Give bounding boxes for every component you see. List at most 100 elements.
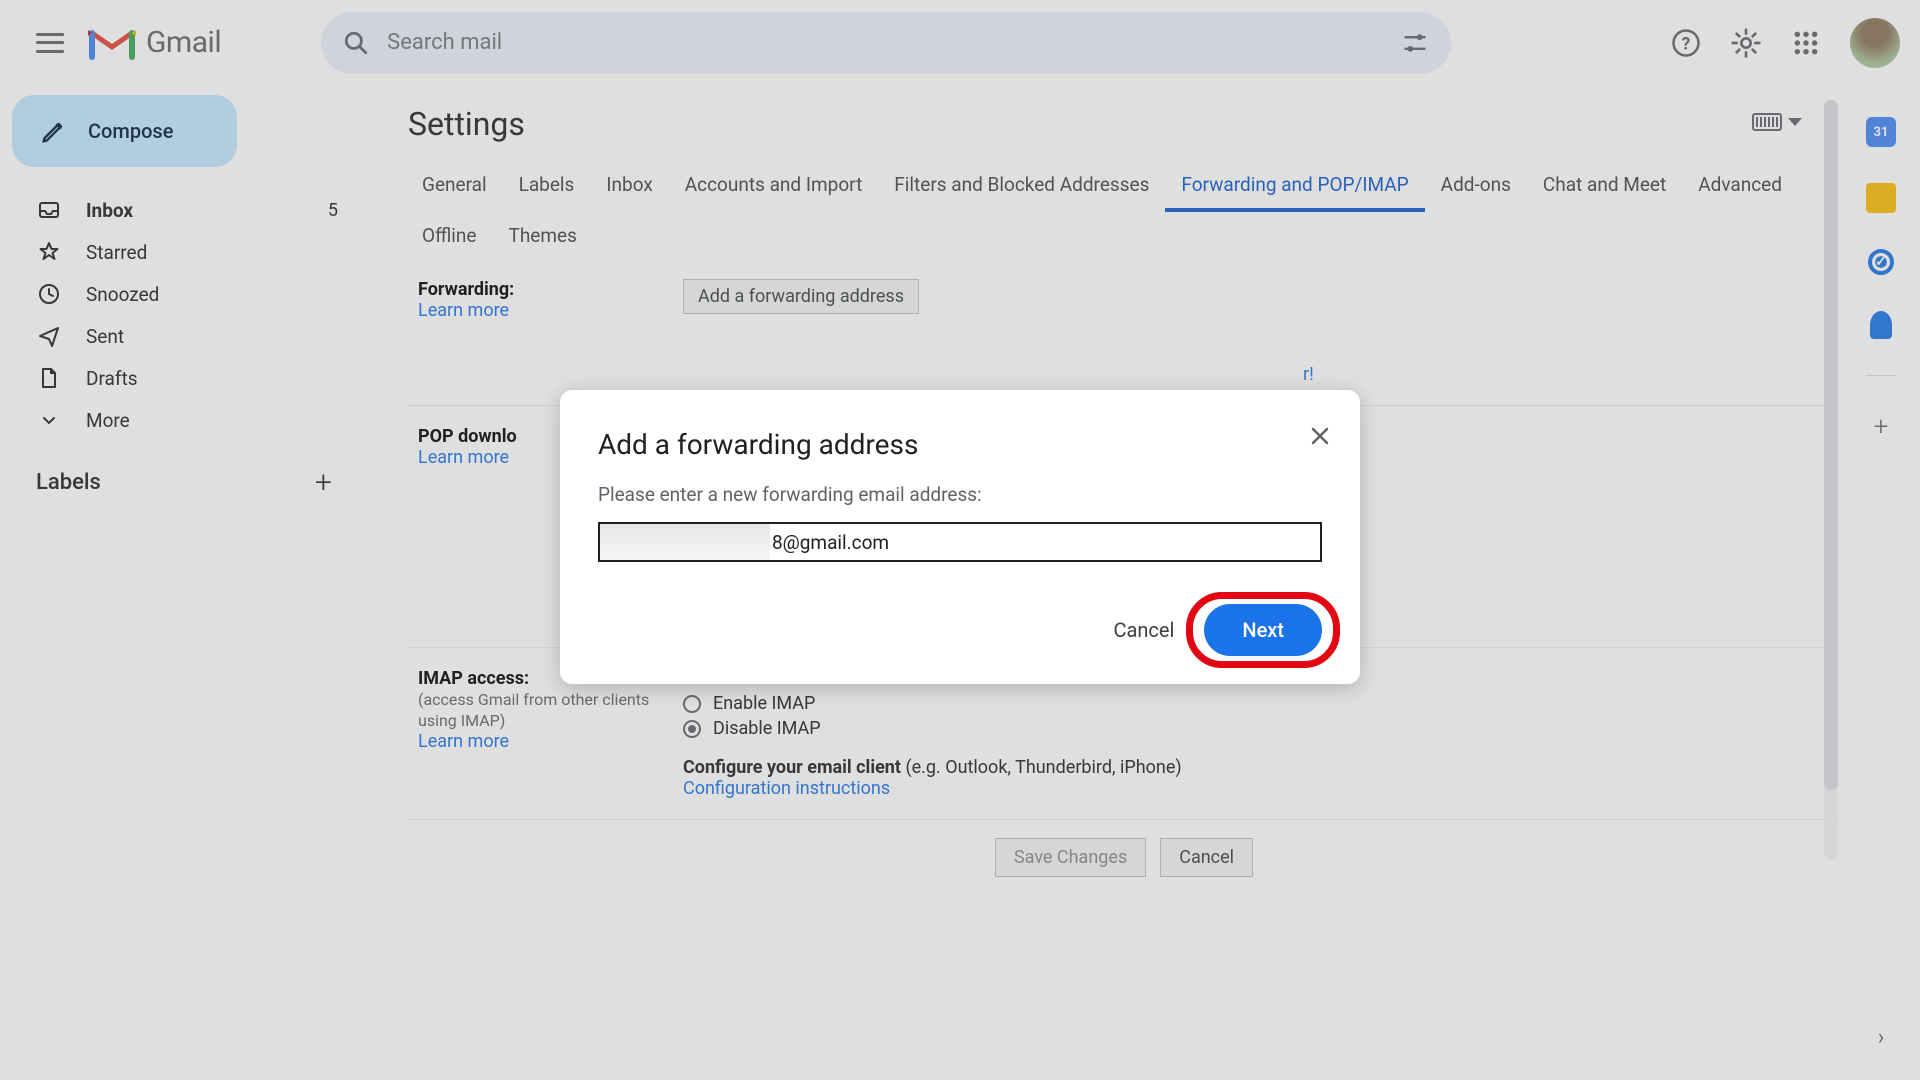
star-icon <box>36 239 62 265</box>
tab-general[interactable]: General <box>406 161 503 212</box>
search-icon <box>343 30 369 56</box>
tab-forwarding[interactable]: Forwarding and POP/IMAP <box>1165 161 1424 212</box>
svg-text:?: ? <box>1682 34 1691 54</box>
filter-tip-link[interactable]: r! <box>1303 364 1832 385</box>
account-avatar[interactable] <box>1850 18 1900 68</box>
settings-actions: Save Changes Cancel <box>406 820 1842 895</box>
search-container <box>321 12 1451 74</box>
forwarding-label: Forwarding: <box>418 279 514 300</box>
forwarding-learn-link[interactable]: Learn more <box>418 300 509 321</box>
dialog-close-button[interactable] <box>1308 424 1332 448</box>
forwarding-email-input[interactable]: 8@gmail.com <box>598 522 1322 562</box>
config-instructions-link[interactable]: Configuration instructions <box>683 778 1832 799</box>
dropdown-arrow-icon <box>1788 118 1802 126</box>
close-icon <box>1308 424 1332 448</box>
compose-label: Compose <box>88 119 173 143</box>
file-icon <box>36 365 62 391</box>
imap-desc: (access Gmail from other clients using I… <box>418 690 649 730</box>
compose-button[interactable]: Compose <box>12 95 237 167</box>
settings-tabs: General Labels Inbox Accounts and Import… <box>406 161 1842 259</box>
radio-icon <box>683 695 701 713</box>
pop-learn-link[interactable]: Learn more <box>418 447 509 468</box>
dialog-cancel-button[interactable]: Cancel <box>1113 618 1174 642</box>
contacts-app-icon[interactable] <box>1870 311 1892 339</box>
hide-panel-button[interactable]: › <box>1878 1025 1885 1050</box>
nav-label: Drafts <box>86 367 138 390</box>
add-forwarding-button[interactable]: Add a forwarding address <box>683 279 919 314</box>
clock-icon <box>36 281 62 307</box>
input-visible-text: 8@gmail.com <box>770 531 889 554</box>
tab-advanced[interactable]: Advanced <box>1682 161 1798 212</box>
main-menu-button[interactable] <box>20 13 80 73</box>
radio-checked-icon <box>683 720 701 738</box>
scrollbar-track[interactable] <box>1824 100 1838 860</box>
settings-button[interactable] <box>1730 27 1762 59</box>
nav-inbox[interactable]: Inbox 5 <box>12 189 368 231</box>
tab-filters[interactable]: Filters and Blocked Addresses <box>878 161 1165 212</box>
search-bar[interactable] <box>321 12 1451 74</box>
imap-disable-radio[interactable]: Disable IMAP <box>683 718 1832 739</box>
apps-grid-icon <box>1793 30 1819 56</box>
cancel-settings-button[interactable]: Cancel <box>1160 838 1253 877</box>
nav-label: Sent <box>86 325 124 348</box>
add-label-button[interactable]: + <box>315 465 350 500</box>
support-button[interactable]: ? <box>1670 27 1702 59</box>
gmail-m-icon <box>88 25 136 61</box>
imap-learn-link[interactable]: Learn more <box>418 731 509 752</box>
tab-offline[interactable]: Offline <box>406 212 492 259</box>
google-apps-button[interactable] <box>1790 27 1822 59</box>
tasks-app-icon[interactable] <box>1868 249 1894 275</box>
rail-separator <box>1866 375 1896 376</box>
header-actions: ? <box>1670 18 1900 68</box>
tab-labels[interactable]: Labels <box>503 161 591 212</box>
search-input[interactable] <box>387 30 1401 55</box>
radio-label: Enable IMAP <box>713 693 815 714</box>
keep-app-icon[interactable] <box>1866 183 1896 213</box>
redacted-region <box>600 524 770 560</box>
forwarding-dialog: Add a forwarding address Please enter a … <box>560 390 1360 684</box>
hamburger-icon <box>36 33 64 53</box>
scrollbar-thumb[interactable] <box>1824 100 1838 790</box>
nav-starred[interactable]: Starred <box>12 231 368 273</box>
page-title: Settings <box>408 105 1842 143</box>
save-changes-button[interactable]: Save Changes <box>995 838 1146 877</box>
nav-more[interactable]: More <box>12 399 368 441</box>
tab-accounts[interactable]: Accounts and Import <box>669 161 879 212</box>
nav-label: Starred <box>86 241 147 264</box>
input-tools-button[interactable] <box>1752 113 1802 131</box>
labels-title: Labels <box>36 470 101 495</box>
labels-header: Labels + <box>12 441 368 500</box>
imap-label: IMAP access: <box>418 668 529 689</box>
tab-inbox[interactable]: Inbox <box>590 161 668 212</box>
dialog-title: Add a forwarding address <box>598 428 1322 461</box>
tab-chat[interactable]: Chat and Meet <box>1527 161 1682 212</box>
pop-label: POP downlo <box>418 426 517 447</box>
chevron-down-icon <box>36 407 62 433</box>
send-icon <box>36 323 62 349</box>
gmail-wordmark: Gmail <box>146 25 221 60</box>
nav-sent[interactable]: Sent <box>12 315 368 357</box>
forwarding-section: Forwarding: Learn more Add a forwarding … <box>406 259 1842 406</box>
nav-label: More <box>86 409 130 432</box>
calendar-app-icon[interactable] <box>1866 117 1896 147</box>
tab-themes[interactable]: Themes <box>492 212 592 259</box>
inbox-icon <box>36 197 62 223</box>
app-header: Gmail ? <box>0 0 1920 85</box>
config-prefix: Configure your email client <box>683 757 905 778</box>
nav-drafts[interactable]: Drafts <box>12 357 368 399</box>
gear-icon <box>1730 27 1762 59</box>
sidebar: Compose Inbox 5 Starred Snoozed Sent <box>0 85 380 1080</box>
config-suffix: (e.g. Outlook, Thunderbird, iPhone) <box>905 757 1181 778</box>
tab-addons[interactable]: Add-ons <box>1425 161 1527 212</box>
get-addons-button[interactable]: + <box>1874 412 1889 442</box>
dialog-prompt: Please enter a new forwarding email addr… <box>598 483 1322 506</box>
keyboard-icon <box>1752 113 1782 131</box>
pencil-icon <box>40 117 68 145</box>
nav-snoozed[interactable]: Snoozed <box>12 273 368 315</box>
nav-label: Inbox <box>86 199 133 222</box>
radio-label: Disable IMAP <box>713 718 821 739</box>
imap-enable-radio[interactable]: Enable IMAP <box>683 693 1832 714</box>
gmail-logo[interactable]: Gmail <box>88 25 221 61</box>
dialog-next-button[interactable]: Next <box>1204 604 1322 656</box>
search-options-icon[interactable] <box>1401 29 1429 57</box>
